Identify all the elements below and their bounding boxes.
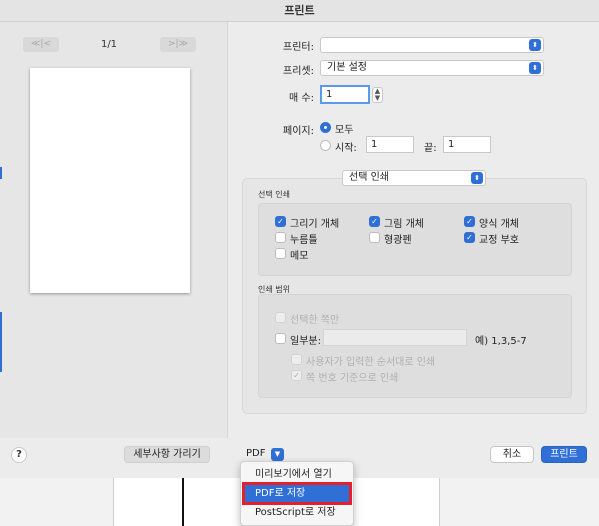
- memo-label: 메모: [290, 251, 309, 262]
- order-input-label: 사용자가 입력한 순서대로 인쇄: [306, 357, 436, 368]
- checkbox-partial[interactable]: [275, 333, 286, 344]
- preset-value: 기본 설정: [327, 62, 367, 73]
- checkbox-form-objects[interactable]: ✓: [464, 216, 475, 227]
- printer-label: 프린터:: [283, 42, 314, 53]
- chevron-updown-icon: ⬍: [529, 62, 541, 74]
- partial-example: 예) 1,3,5-7: [475, 336, 527, 347]
- checkbox-picture-objects[interactable]: ✓: [369, 216, 380, 227]
- form-objects-label: 양식 개체: [479, 219, 519, 230]
- hide-details-button[interactable]: 세부사항 가리기: [124, 446, 210, 463]
- proofreading-marks-label: 교정 부호: [479, 235, 519, 246]
- preview-pane: ≪|< 1/1 >|≫: [0, 22, 228, 438]
- pages-label: 페이지:: [283, 126, 314, 137]
- copies-input[interactable]: 1: [320, 85, 370, 104]
- next-page-button[interactable]: >|≫: [160, 37, 196, 52]
- checkbox-selected-only[interactable]: [275, 312, 286, 323]
- partial-label: 일부분:: [290, 336, 321, 347]
- click-fields-label: 누름틀: [290, 235, 318, 246]
- preset-label: 프리셋:: [283, 66, 314, 77]
- print-dialog: ≪|< 1/1 >|≫ 프린터: ⬍ 프리셋: 기본 설정 ⬍ 매 수: 1 ▲…: [0, 22, 599, 478]
- chevron-updown-icon: ⬍: [471, 172, 483, 184]
- checkbox-order-input[interactable]: [291, 354, 302, 365]
- picture-objects-label: 그림 개체: [384, 219, 424, 230]
- pages-to-input[interactable]: 1: [443, 136, 491, 153]
- page-preview: [30, 68, 190, 293]
- copies-label: 매 수:: [289, 93, 314, 104]
- cancel-button[interactable]: 취소: [490, 446, 534, 463]
- printer-select[interactable]: ⬍: [320, 37, 544, 53]
- menu-item-save-postscript[interactable]: PostScript로 저장: [241, 504, 353, 522]
- page-count: 1/1: [100, 39, 118, 50]
- pages-range-radio[interactable]: [320, 140, 331, 151]
- pages-all-radio[interactable]: [320, 122, 331, 133]
- preset-select[interactable]: 기본 설정 ⬍: [320, 60, 544, 76]
- section-select[interactable]: 선택 인쇄 ⬍: [342, 170, 486, 186]
- help-icon[interactable]: ?: [11, 447, 27, 463]
- checkbox-highlighter[interactable]: [369, 232, 380, 243]
- pdf-label: PDF: [246, 448, 266, 459]
- pages-from-label: 시작:: [335, 143, 357, 154]
- chevron-updown-icon: ⬍: [529, 39, 541, 51]
- copies-stepper[interactable]: ▲ ▼: [372, 87, 383, 103]
- annotation-highlight: [242, 482, 352, 505]
- checkbox-order-page[interactable]: ✓: [291, 370, 302, 381]
- selected-only-label: 선택한 쪽만: [290, 315, 340, 326]
- print-button[interactable]: 프린트: [541, 446, 587, 463]
- partial-input[interactable]: [323, 329, 467, 346]
- drawing-objects-label: 그리기 개체: [290, 219, 340, 230]
- section-select-value: 선택 인쇄: [349, 172, 389, 183]
- pages-to-label: 끝:: [424, 143, 437, 154]
- highlighter-label: 형광펜: [384, 235, 412, 246]
- window-edge-marker: [0, 167, 2, 179]
- print-selection-title: 선택 인쇄: [258, 190, 290, 199]
- window-title: 프린트: [0, 0, 599, 22]
- chevron-down-icon[interactable]: ▼: [271, 448, 284, 461]
- checkbox-memo[interactable]: [275, 248, 286, 259]
- pages-from-input[interactable]: 1: [366, 136, 414, 153]
- checkbox-proofreading-marks[interactable]: ✓: [464, 232, 475, 243]
- order-page-label: 쪽 번호 기준으로 인쇄: [306, 373, 399, 384]
- checkbox-drawing-objects[interactable]: ✓: [275, 216, 286, 227]
- window-edge-marker: [0, 312, 2, 372]
- background-divider: [182, 478, 184, 526]
- pages-all-label: 모두: [335, 125, 354, 136]
- checkbox-click-fields[interactable]: [275, 232, 286, 243]
- prev-page-button[interactable]: ≪|<: [23, 37, 59, 52]
